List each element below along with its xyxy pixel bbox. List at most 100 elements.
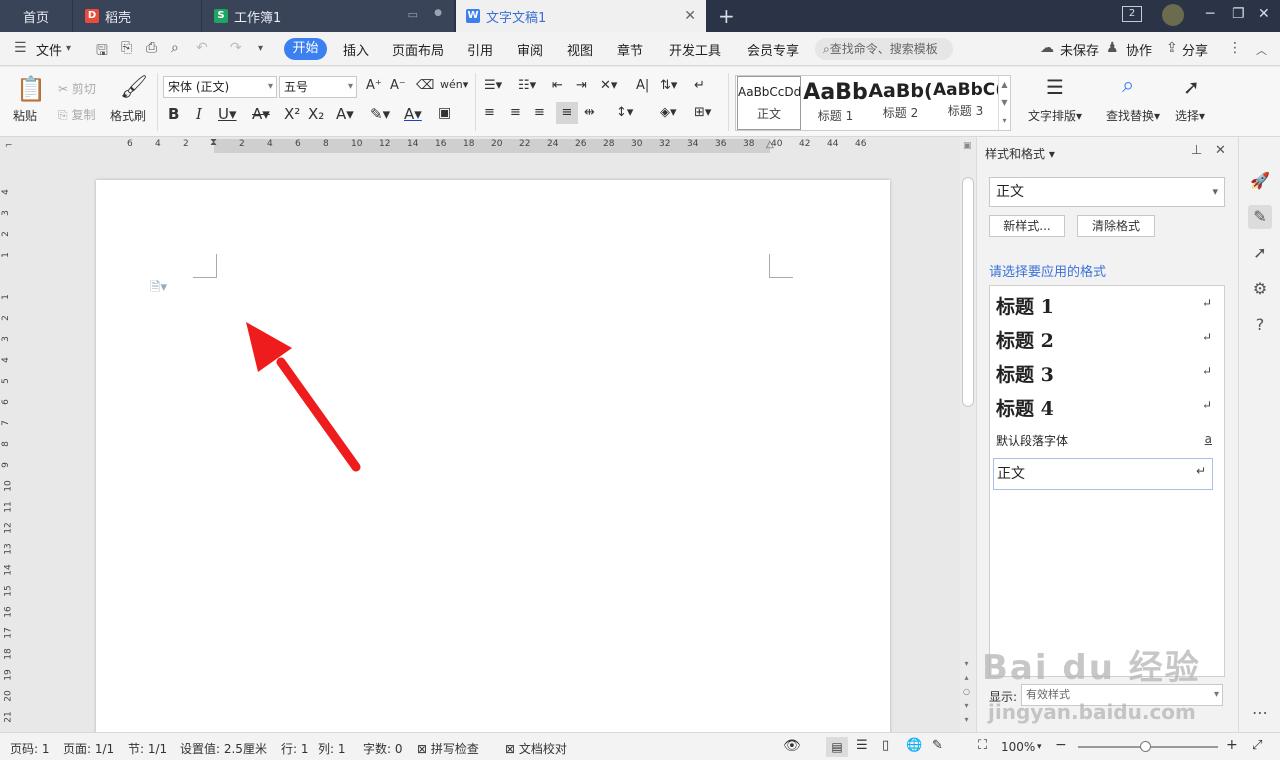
doc-proofread-button[interactable]: ⊠ 文档校对 bbox=[505, 740, 567, 757]
style-heading1[interactable]: AaBb 标题 1 bbox=[803, 76, 868, 130]
eye-icon[interactable]: 👁 bbox=[783, 738, 801, 754]
format-painter-button[interactable]: 格式刷 bbox=[110, 107, 146, 124]
subscript-icon[interactable]: X₂ bbox=[308, 105, 324, 123]
more-options-icon[interactable]: ⋯ bbox=[1248, 701, 1272, 725]
style-pen-icon[interactable]: ✎ bbox=[1248, 205, 1272, 229]
select-pointer-icon[interactable]: ➚ bbox=[1248, 241, 1272, 265]
fullscreen-icon[interactable]: ⤢ bbox=[1252, 738, 1262, 753]
text-direction-icon[interactable]: A| bbox=[636, 78, 649, 93]
cursor-icon[interactable]: ➚ bbox=[1183, 75, 1200, 99]
collapse-ribbon-icon[interactable]: ︿ bbox=[1256, 42, 1267, 58]
chinese-layout-icon[interactable]: ✕▾ bbox=[600, 78, 617, 93]
vertical-scrollbar[interactable]: ▣ ▾ ▴ ○ ▾ ▾ bbox=[960, 137, 976, 732]
status-page-number[interactable]: 页码: 1 bbox=[10, 740, 50, 757]
tab-workbook[interactable]: S 工作簿1 ▭ ● bbox=[202, 0, 454, 32]
unsaved-status[interactable]: 未保存 bbox=[1060, 40, 1099, 59]
status-setting[interactable]: 设置值: 2.5厘米 bbox=[180, 740, 267, 757]
text-layout-icon[interactable]: ☰ bbox=[1046, 75, 1064, 99]
zoom-level[interactable]: 100% bbox=[1001, 740, 1035, 754]
document-canvas[interactable]: 🗎▾ bbox=[16, 157, 960, 732]
pin-icon[interactable]: ⊥ bbox=[1191, 143, 1202, 158]
menu-view[interactable]: 视图 bbox=[567, 40, 593, 59]
strikethrough-icon[interactable]: A▾ bbox=[252, 105, 270, 123]
sort-icon[interactable]: ⇅▾ bbox=[660, 78, 677, 93]
save-icon[interactable]: 🖫 bbox=[96, 40, 108, 64]
new-style-button[interactable]: 新样式... bbox=[989, 215, 1065, 237]
line-spacing-icon[interactable]: ↕▾ bbox=[616, 105, 633, 120]
style-heading3[interactable]: AaBbC( 标题 3 bbox=[933, 76, 998, 130]
increase-indent-icon[interactable]: ⇥ bbox=[576, 78, 587, 93]
menu-member[interactable]: 会员专享 bbox=[747, 40, 799, 59]
status-word-count[interactable]: 字数: 0 bbox=[363, 740, 403, 757]
clear-format-icon[interactable]: ⌫ bbox=[416, 78, 434, 93]
horizontal-ruler[interactable]: ⌐ 6 4 2 2 4 6 8 10 12 14 16 18 20 22 24 26 28 30 32 34 36 38 4… bbox=[0, 137, 960, 157]
underline-icon[interactable]: U▾ bbox=[218, 105, 237, 123]
close-tab-icon[interactable]: ✕ bbox=[684, 8, 696, 24]
shrink-font-icon[interactable]: A⁻ bbox=[390, 78, 406, 93]
fit-page-icon[interactable]: ⛶ bbox=[978, 738, 987, 753]
share-button[interactable]: 分享 bbox=[1182, 40, 1208, 59]
shading-icon[interactable]: ◈▾ bbox=[660, 105, 677, 120]
style-item-normal[interactable]: 正文 ↵ bbox=[993, 458, 1213, 490]
style-heading2[interactable]: AaBb( 标题 2 bbox=[868, 76, 933, 130]
text-effect-icon[interactable]: A▾ bbox=[336, 105, 354, 123]
align-center-icon[interactable]: ≡ bbox=[510, 105, 521, 120]
bullet-list-icon[interactable]: ☰▾ bbox=[484, 78, 502, 93]
reading-view-icon[interactable]: ▯ bbox=[882, 738, 889, 753]
tab-stop-icon[interactable]: ⌐ bbox=[5, 141, 13, 151]
font-size-select[interactable]: 五号 bbox=[279, 76, 357, 98]
web-view-icon[interactable]: 🌐 bbox=[906, 738, 922, 753]
tab-document[interactable]: W 文字文稿1 ✕ bbox=[456, 0, 706, 32]
write-view-icon[interactable]: ✎ bbox=[932, 738, 943, 753]
status-row[interactable]: 行: 1 bbox=[281, 740, 309, 757]
command-search-input[interactable]: ⌕查找命令、搜索模板 bbox=[815, 38, 953, 60]
font-name-select[interactable]: 宋体 (正文) bbox=[163, 76, 277, 98]
zoom-slider-thumb[interactable] bbox=[1140, 741, 1151, 752]
close-pane-icon[interactable]: ✕ bbox=[1215, 143, 1226, 158]
style-item-heading1[interactable]: 标题 1 ↵ bbox=[996, 292, 1218, 319]
menu-page-layout[interactable]: 页面布局 bbox=[392, 40, 444, 59]
borders-icon[interactable]: ⊞▾ bbox=[694, 105, 711, 120]
export-icon[interactable]: ⎘ bbox=[121, 40, 132, 56]
menu-references[interactable]: 引用 bbox=[467, 40, 493, 59]
zoom-in-icon[interactable]: + bbox=[1226, 737, 1238, 753]
zoom-out-icon[interactable]: − bbox=[1055, 737, 1067, 753]
close-window-icon[interactable]: ✕ bbox=[1258, 6, 1270, 22]
new-tab-button[interactable]: + bbox=[718, 4, 735, 28]
status-col[interactable]: 列: 1 bbox=[318, 740, 346, 757]
decrease-indent-icon[interactable]: ⇤ bbox=[552, 78, 563, 93]
hamburger-icon[interactable]: ☰ bbox=[14, 40, 27, 56]
highlight-icon[interactable]: ✎▾ bbox=[370, 105, 390, 123]
current-style-select[interactable]: 正文 bbox=[989, 177, 1225, 207]
paragraph-layout-icon[interactable]: 🗎▾ bbox=[150, 278, 167, 300]
outline-view-icon[interactable]: ☰ bbox=[856, 738, 868, 753]
menu-developer[interactable]: 开发工具 bbox=[669, 40, 721, 59]
menu-review[interactable]: 审阅 bbox=[517, 40, 543, 59]
pinyin-icon[interactable]: wén▾ bbox=[440, 78, 468, 91]
copy-button[interactable]: ⎘ 复制 bbox=[58, 106, 95, 123]
menu-start[interactable]: 开始 bbox=[284, 38, 327, 60]
split-icon[interactable]: ▣ bbox=[963, 141, 972, 151]
bold-icon[interactable]: B bbox=[168, 105, 179, 123]
document-page[interactable]: 🗎▾ bbox=[96, 180, 890, 732]
char-border-icon[interactable]: ▣ bbox=[438, 105, 451, 121]
tab-daoke[interactable]: D 稻壳 bbox=[73, 0, 201, 32]
indent-marker-icon[interactable]: ⧗ bbox=[210, 137, 217, 148]
restore-icon[interactable]: ❐ bbox=[1232, 6, 1245, 22]
page-view-icon[interactable]: ▤ bbox=[826, 737, 848, 757]
menu-insert[interactable]: 插入 bbox=[343, 40, 369, 59]
tab-home[interactable]: 首页 bbox=[0, 0, 72, 32]
style-item-heading2[interactable]: 标题 2 ↵ bbox=[996, 326, 1218, 353]
screen-icon[interactable]: ▭ bbox=[408, 8, 418, 21]
italic-icon[interactable]: I bbox=[196, 105, 202, 123]
vertical-ruler[interactable]: 4 3 2 1 1 2 3 4 5 6 7 8 9 10 11 12 13 14 15 16 17 18 19 20 21 bbox=[0, 157, 16, 732]
menu-file[interactable]: 文件 bbox=[36, 40, 62, 59]
align-left-icon[interactable]: ≡ bbox=[484, 105, 495, 120]
show-marks-icon[interactable]: ↵ bbox=[694, 78, 705, 93]
select-button[interactable]: 选择▾ bbox=[1175, 107, 1205, 124]
chevron-down-icon[interactable]: ▾ bbox=[66, 43, 71, 54]
find-replace-button[interactable]: 查找替换▾ bbox=[1106, 107, 1160, 124]
minimize-icon[interactable]: ─ bbox=[1206, 6, 1214, 22]
avatar[interactable] bbox=[1162, 4, 1184, 26]
numbered-list-icon[interactable]: ☷▾ bbox=[518, 78, 536, 93]
